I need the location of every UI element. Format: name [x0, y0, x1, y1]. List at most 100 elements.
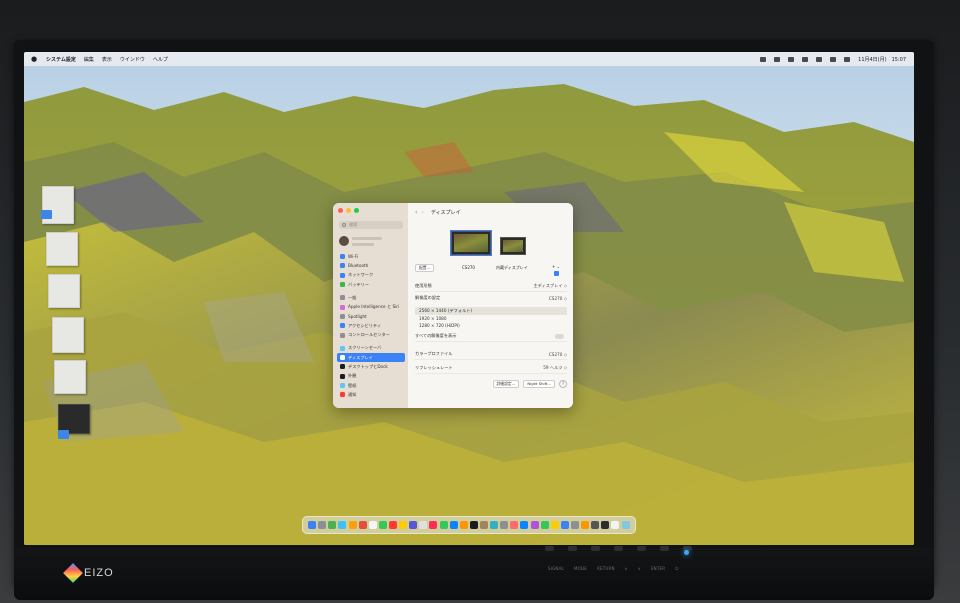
sidebar-item[interactable]: 外観	[337, 372, 405, 381]
dock-app-icon[interactable]	[540, 521, 549, 529]
monitor-button-label: MODE	[573, 566, 587, 571]
sidebar-item[interactable]: ディスプレイ	[337, 352, 405, 363]
sidebar-item[interactable]: ネットワーク	[337, 271, 405, 280]
dock-app-icon[interactable]	[469, 521, 478, 529]
apple-menu-icon[interactable]: ●	[30, 55, 38, 63]
status-icon[interactable]	[774, 56, 781, 62]
sidebar-item[interactable]: Wi-Fi	[337, 252, 405, 261]
dock-app-icon[interactable]	[378, 521, 387, 529]
sidebar-item[interactable]: バッテリー	[337, 280, 405, 289]
desktop-stack[interactable]	[48, 274, 80, 308]
monitor-button[interactable]	[614, 546, 623, 551]
help-button[interactable]: ?	[559, 380, 567, 388]
sidebar-item[interactable]: Spotlight	[337, 312, 405, 321]
monitor-button[interactable]	[660, 546, 669, 551]
dock-app-icon[interactable]	[409, 521, 418, 529]
control-center-icon[interactable]	[844, 56, 851, 62]
desktop-stack[interactable]	[54, 360, 86, 394]
dock-app-icon[interactable]	[570, 521, 579, 529]
show-all-resolutions-toggle[interactable]	[555, 333, 564, 339]
monitor-button[interactable]	[568, 546, 577, 551]
status-icon[interactable]	[760, 56, 767, 62]
dock-app-icon[interactable]	[429, 521, 438, 529]
back-icon[interactable]: ‹	[415, 209, 417, 216]
dock-app-icon[interactable]	[500, 521, 509, 529]
dock-app-icon[interactable]	[348, 521, 357, 529]
display-thumbnail-builtin[interactable]	[500, 237, 526, 255]
monitor-button[interactable]	[591, 546, 600, 551]
sidebar-item[interactable]: 通知	[337, 390, 405, 399]
menu-help[interactable]: ヘルプ	[153, 56, 168, 63]
search-icon[interactable]	[830, 56, 837, 62]
sidebar-item[interactable]: アクセシビリティ	[337, 321, 405, 330]
dock-app-icon[interactable]	[530, 521, 539, 529]
apple-account-row[interactable]	[339, 234, 403, 248]
dock-app-icon[interactable]	[338, 521, 347, 529]
menu-app-name[interactable]: システム設定	[46, 56, 76, 63]
dock-app-icon[interactable]	[581, 521, 590, 529]
dock-app-icon[interactable]	[591, 521, 600, 529]
sidebar-search-input[interactable]: 検索	[339, 221, 403, 229]
refresh-rate-select[interactable]: 59 ヘルツ ◇	[543, 365, 567, 371]
dock-app-icon[interactable]	[358, 521, 367, 529]
color-profile-select[interactable]: CS270 ◇	[549, 352, 567, 357]
dock-app-icon[interactable]	[368, 521, 377, 529]
dock-app-icon[interactable]	[550, 521, 559, 529]
dock-app-icon[interactable]	[308, 521, 317, 529]
arrange-button[interactable]: 配置...	[415, 264, 435, 272]
dock-app-icon[interactable]	[459, 521, 468, 529]
sidebar-item[interactable]: 一般	[337, 293, 405, 302]
dock-app-icon[interactable]	[479, 521, 488, 529]
sidebar-item[interactable]: 壁紙	[337, 381, 405, 390]
status-icon[interactable]	[788, 56, 795, 62]
dock-app-icon[interactable]	[439, 521, 448, 529]
sidebar-item-label: 外観	[348, 373, 357, 379]
dock-app-icon[interactable]	[601, 521, 610, 529]
advanced-button[interactable]: 詳細設定...	[492, 380, 520, 388]
sidebar-item[interactable]: Apple Intelligence と Siri	[337, 302, 405, 311]
dock-app-icon[interactable]	[560, 521, 569, 529]
battery-icon[interactable]	[802, 56, 809, 62]
dock-app-icon[interactable]	[520, 521, 529, 529]
sidebar-item[interactable]: スクリーンセーバ	[337, 344, 405, 353]
folder-icon[interactable]	[58, 430, 69, 439]
zoom-icon[interactable]	[354, 208, 359, 213]
night-shift-button[interactable]: Night Shift...	[523, 380, 555, 388]
sidebar-item[interactable]: Bluetooth	[337, 261, 405, 270]
wifi-icon[interactable]	[816, 56, 823, 62]
desktop-stack[interactable]	[46, 232, 78, 266]
resolution-display-select[interactable]: CS270 ◇	[549, 296, 567, 301]
forward-icon[interactable]: ›	[421, 209, 423, 216]
dock-app-icon[interactable]	[621, 521, 630, 529]
sidebar-item[interactable]: デスクトップとDock	[337, 362, 405, 371]
monitor-button[interactable]	[637, 546, 646, 551]
dock-app-icon[interactable]	[328, 521, 337, 529]
display-thumbnail-cs270[interactable]	[450, 230, 492, 256]
menu-clock[interactable]: 11月4日(月) 15:07	[858, 56, 906, 63]
dock-app-icon[interactable]	[388, 521, 397, 529]
display-settings-pane: ‹ › ディスプレイ 配置... CS270 内蔵ディスプレイ + ⌄ 使用形態…	[408, 203, 573, 408]
dock-app-icon[interactable]	[510, 521, 519, 529]
dock-app-icon[interactable]	[490, 521, 499, 529]
add-display-button[interactable]: + ⌄	[552, 264, 564, 276]
dock-app-icon[interactable]	[318, 521, 327, 529]
dock-app-icon[interactable]	[449, 521, 458, 529]
resolution-option[interactable]: 1920 × 1080	[415, 315, 567, 323]
use-as-select[interactable]: 主ディスプレイ ◇	[533, 283, 567, 289]
menu-window[interactable]: ウインドウ	[120, 56, 145, 63]
menu-view[interactable]: 表示	[102, 56, 112, 63]
desktop-stack[interactable]	[52, 317, 84, 353]
dock-app-icon[interactable]	[399, 521, 408, 529]
resolution-option[interactable]: 1280 × 720 (HiDPI)	[415, 322, 567, 330]
dock-app-icon[interactable]	[419, 521, 428, 529]
close-icon[interactable]	[338, 208, 343, 213]
monitor-button[interactable]	[545, 546, 554, 551]
sidebar-item[interactable]: コントロールセンター	[337, 330, 405, 339]
dock-app-icon[interactable]	[611, 521, 620, 529]
resolution-option[interactable]: 2560 × 1440 (デフォルト)	[415, 307, 567, 315]
folder-icon[interactable]	[41, 210, 52, 219]
pane-footer: 詳細設定... Night Shift... ?	[415, 379, 567, 389]
minimize-icon[interactable]	[346, 208, 351, 213]
resolution-row: 解像度の設定 CS270 ◇	[415, 293, 567, 303]
menu-edit[interactable]: 編集	[84, 56, 94, 63]
